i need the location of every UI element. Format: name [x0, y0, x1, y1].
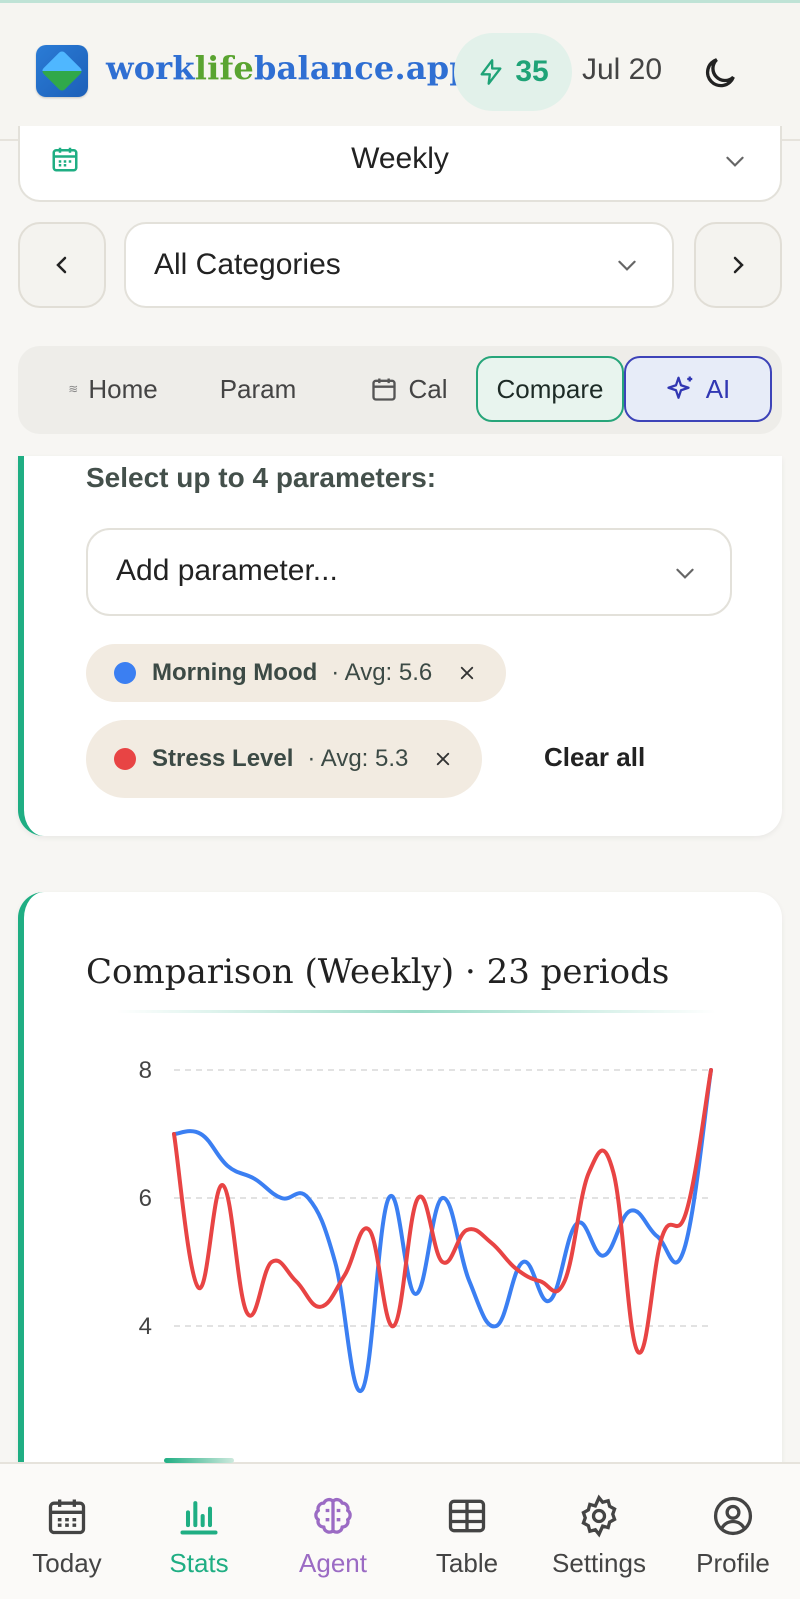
chevron-left-icon — [56, 256, 67, 274]
parameter-select-label: Select up to 4 parameters: — [86, 462, 437, 493]
home-icon: ≋ — [68, 382, 79, 396]
calendar-icon — [372, 378, 397, 401]
chevron-down-icon — [726, 156, 744, 167]
series-color-dot — [114, 662, 136, 684]
chevron-down-icon — [676, 568, 694, 579]
tab-cal[interactable]: Cal — [348, 356, 470, 422]
nav-table[interactable]: Table — [402, 1494, 532, 1579]
table-icon — [448, 1499, 486, 1533]
chevron-down-icon — [618, 260, 636, 271]
series-color-dot — [114, 748, 136, 770]
bottom-navigation: Today Stats Agent Table Settings Profile — [0, 1458, 800, 1599]
app-logo[interactable] — [36, 45, 88, 97]
close-icon[interactable] — [434, 750, 452, 768]
category-select[interactable]: All Categories — [124, 222, 674, 308]
chevron-right-icon — [733, 256, 744, 274]
clear-all-button[interactable]: Clear all — [544, 742, 645, 773]
brain-icon — [314, 1497, 352, 1534]
active-tab-indicator — [164, 1458, 234, 1463]
bar-chart-icon — [180, 1501, 218, 1535]
tab-param[interactable]: Param — [198, 356, 318, 422]
calendar-icon — [48, 1499, 86, 1535]
streak-count: 35 — [515, 55, 549, 88]
period-select-value: Weekly — [351, 142, 449, 175]
category-select-value: All Categories — [154, 248, 341, 281]
header-date: Jul 20 — [582, 53, 663, 86]
view-tabs: ≋ Home Param Cal Compare AI — [18, 346, 782, 434]
nav-agent[interactable]: Agent — [268, 1494, 398, 1579]
y-tick-label: 8 — [139, 1057, 152, 1084]
streak-badge[interactable]: 35 — [454, 33, 572, 111]
previous-period-button[interactable] — [18, 222, 106, 308]
nav-today[interactable]: Today — [2, 1494, 132, 1579]
brand-name[interactable]: worklifebalance.app — [106, 49, 472, 87]
user-circle-icon — [713, 1496, 753, 1536]
tab-compare[interactable]: Compare — [476, 356, 624, 422]
add-parameter-placeholder: Add parameter... — [116, 554, 338, 587]
gear-icon — [581, 1494, 617, 1538]
sparkles-icon — [667, 376, 692, 399]
parameter-chip: Stress Level · Avg: 5.3 — [86, 720, 483, 798]
app-header: worklifebalance.app 35 Jul 20 — [0, 3, 800, 141]
moon-icon[interactable] — [700, 53, 740, 93]
lightning-icon — [480, 59, 502, 85]
nav-profile[interactable]: Profile — [668, 1494, 798, 1579]
parameter-chip: Morning Mood · Avg: 5.6 — [86, 644, 507, 702]
y-tick-label: 4 — [139, 1313, 152, 1340]
next-period-button[interactable] — [694, 222, 782, 308]
nav-settings[interactable]: Settings — [534, 1494, 664, 1579]
parameter-selection-card: Select up to 4 parameters: Add parameter… — [18, 456, 782, 836]
close-icon[interactable] — [458, 664, 476, 682]
period-select[interactable]: Weekly — [18, 126, 782, 202]
nav-stats[interactable]: Stats — [134, 1494, 264, 1579]
tab-home[interactable]: ≋ Home — [48, 356, 178, 422]
y-tick-label: 6 — [139, 1185, 152, 1212]
add-parameter-select[interactable]: Add parameter... — [86, 528, 732, 616]
series-line-morning-mood[interactable] — [172, 1068, 713, 1393]
tab-ai[interactable]: AI — [624, 356, 772, 422]
